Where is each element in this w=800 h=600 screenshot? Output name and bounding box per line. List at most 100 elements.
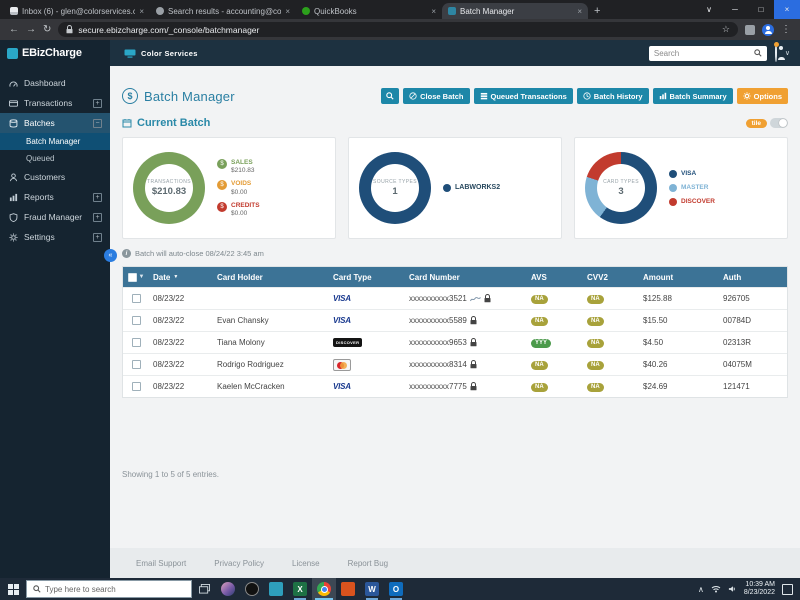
window-minimize-button[interactable]: ─ — [722, 0, 748, 19]
footer-link-license[interactable]: License — [292, 559, 320, 568]
table-row[interactable]: 08/23/22 Kaelen McCracken VISA xxxxxxxxx… — [123, 375, 787, 397]
sidebar-item-dashboard[interactable]: Dashboard — [0, 73, 110, 93]
taskbar-search[interactable] — [26, 580, 192, 598]
column-header-auth[interactable]: Auth — [719, 273, 787, 282]
taskbar-app-outlook[interactable] — [384, 578, 408, 600]
user-menu-caret-icon[interactable]: ∨ — [785, 49, 790, 57]
tab-close-icon[interactable]: × — [139, 7, 144, 16]
expand-icon[interactable]: + — [93, 213, 102, 222]
column-header-cvv2[interactable]: CVV2 — [583, 273, 639, 282]
taskbar-app-word[interactable] — [360, 578, 384, 600]
volume-icon[interactable] — [728, 585, 737, 593]
row-checkbox[interactable] — [132, 316, 141, 325]
select-all-checkbox[interactable] — [128, 273, 137, 282]
bookmark-star-icon[interactable]: ☆ — [722, 24, 730, 35]
close-batch-button[interactable]: Close Batch — [403, 88, 469, 104]
footer-link-email-support[interactable]: Email Support — [136, 559, 186, 568]
row-checkbox[interactable] — [132, 382, 141, 391]
queued-transactions-button[interactable]: Queued Transactions — [474, 88, 573, 104]
task-view-button[interactable] — [192, 578, 216, 600]
site-search-box[interactable] — [649, 46, 767, 61]
tab-quickbooks[interactable]: QuickBooks × — [296, 3, 442, 19]
cell-amount: $15.50 — [639, 316, 719, 325]
extensions-icon[interactable] — [745, 25, 755, 35]
expand-icon[interactable]: + — [93, 193, 102, 202]
footer-link-privacy-policy[interactable]: Privacy Policy — [214, 559, 264, 568]
tab-close-icon[interactable]: × — [577, 7, 582, 16]
column-header-amount[interactable]: Amount — [639, 273, 719, 282]
action-center-icon[interactable] — [782, 584, 793, 595]
window-close-button[interactable]: × — [774, 0, 800, 19]
cvv2-badge: NA — [587, 317, 604, 326]
sidebar-item-reports[interactable]: Reports + — [0, 187, 110, 207]
column-header-card-type[interactable]: Card Type — [329, 273, 405, 282]
column-header-card-holder[interactable]: Card Holder — [213, 273, 329, 282]
lock-icon — [66, 25, 73, 34]
url-field[interactable]: secure.ebizcharge.com/_console/batchmana… — [58, 22, 738, 37]
column-header-date[interactable]: Date▼ — [149, 273, 213, 282]
window-maximize-button[interactable]: □ — [748, 0, 774, 19]
taskbar-app-chrome[interactable] — [312, 578, 336, 600]
windows-logo-icon — [8, 584, 19, 595]
user-menu[interactable] — [775, 44, 777, 62]
source-types-donut-chart: SOURCE TYPES 1 — [359, 152, 431, 224]
table-row[interactable]: 08/23/22 Rodrigo Rodriguez xxxxxxxxxx831… — [123, 353, 787, 375]
refresh-icon[interactable]: ↻ — [43, 25, 51, 35]
tab-batch-manager[interactable]: Batch Manager × — [442, 3, 588, 19]
sidebar-item-batch-manager[interactable]: Batch Manager — [0, 133, 110, 150]
sidebar-item-fraud-manager[interactable]: Fraud Manager + — [0, 207, 110, 227]
tab-close-icon[interactable]: × — [285, 7, 290, 16]
footer-link-report-bug[interactable]: Report Bug — [348, 559, 388, 568]
tab-inbox[interactable]: Inbox (6) - glen@colorservices.c × — [4, 3, 150, 19]
new-tab-button[interactable]: + — [594, 5, 600, 17]
cell-card-number: xxxxxxxxxx9653 — [405, 338, 527, 347]
sidebar-item-queued[interactable]: Queued — [0, 150, 110, 167]
sidebar-item-batches[interactable]: Batches − — [0, 113, 110, 133]
search-icon[interactable] — [754, 49, 762, 57]
expand-icon[interactable]: + — [93, 233, 102, 242]
expand-icon[interactable]: + — [93, 99, 102, 108]
sidebar-item-transactions[interactable]: Transactions + — [0, 93, 110, 113]
table-row[interactable]: 08/23/22 Tiana Molony DISCOVER xxxxxxxxx… — [123, 331, 787, 353]
row-checkbox[interactable] — [132, 294, 141, 303]
wifi-icon[interactable] — [711, 585, 721, 593]
taskbar-app-teams[interactable] — [264, 578, 288, 600]
forward-icon[interactable]: → — [26, 25, 36, 35]
column-header-avs[interactable]: AVS — [527, 273, 583, 282]
browser-menu-icon[interactable]: ⋮ — [781, 25, 791, 35]
back-icon[interactable]: ← — [9, 25, 19, 35]
sidebar-item-settings[interactable]: Settings + — [0, 227, 110, 247]
search-button[interactable] — [381, 88, 399, 104]
table-row[interactable]: 08/23/22 VISA xxxxxxxxxx3521 NA NA $125.… — [123, 287, 787, 309]
ebizcharge-logo[interactable]: EBizCharge — [0, 40, 110, 66]
row-checkbox[interactable] — [132, 360, 141, 369]
taskbar-clock[interactable]: 10:39 AM 8/23/2022 — [744, 581, 775, 598]
select-dropdown-caret-icon[interactable]: ▼ — [139, 274, 145, 280]
site-header-right: ∨ — [649, 44, 800, 62]
tab-close-icon[interactable]: × — [431, 7, 436, 16]
batch-summary-button[interactable]: Batch Summary — [653, 88, 733, 104]
batch-history-button[interactable]: Batch History — [577, 88, 649, 104]
taskbar-app-paint[interactable] — [336, 578, 360, 600]
taskbar-app-photos[interactable] — [216, 578, 240, 600]
taskbar-search-input[interactable] — [45, 585, 185, 594]
tray-chevron-icon[interactable]: ∧ — [698, 585, 704, 594]
view-toggle-switch[interactable] — [770, 118, 788, 128]
donut-value: 3 — [618, 186, 623, 197]
column-header-card-number[interactable]: Card Number — [405, 273, 527, 282]
tab-search-caret-icon[interactable]: ∨ — [696, 0, 722, 19]
tab-search-results[interactable]: Search results - accounting@col × — [150, 3, 296, 19]
start-button[interactable] — [0, 578, 26, 600]
taskbar-app-media[interactable] — [240, 578, 264, 600]
options-button[interactable]: Options — [737, 88, 788, 104]
sidebar-item-customers[interactable]: Customers — [0, 167, 110, 187]
table-row[interactable]: 08/23/22 Evan Chansky VISA xxxxxxxxxx558… — [123, 309, 787, 331]
sidebar-collapse-button[interactable]: « — [104, 249, 117, 262]
row-checkbox[interactable] — [132, 338, 141, 347]
site-search-input[interactable] — [654, 49, 750, 58]
taskbar-app-excel[interactable] — [288, 578, 312, 600]
browser-address-bar: ← → ↻ secure.ebizcharge.com/_console/bat… — [0, 19, 800, 40]
browser-profile-avatar[interactable] — [762, 24, 774, 36]
legend-dot-icon — [669, 170, 677, 178]
collapse-section-icon[interactable]: − — [93, 119, 102, 128]
